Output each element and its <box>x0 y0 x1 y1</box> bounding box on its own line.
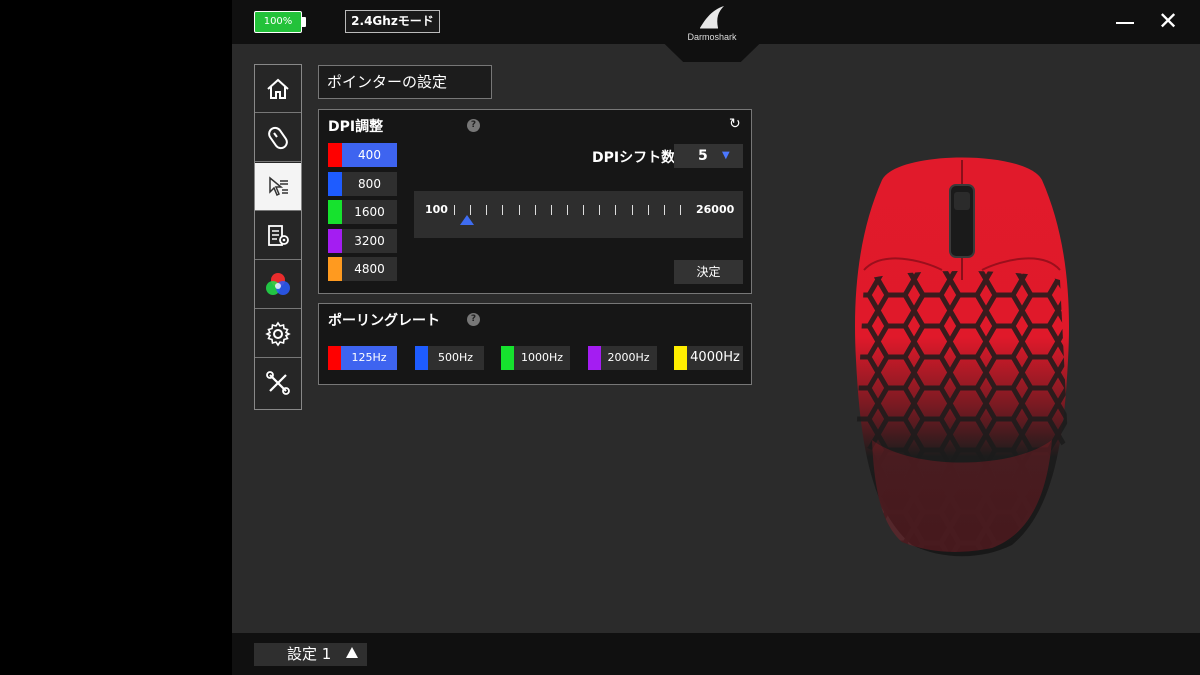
slider-max-label: 26000 <box>696 203 735 216</box>
slider-tick <box>583 205 585 215</box>
profile-selector[interactable]: 設定 1 <box>254 643 367 666</box>
slider-tick <box>518 205 520 215</box>
minimize-button[interactable] <box>1116 12 1136 32</box>
mouse-illustration <box>855 157 1069 557</box>
slider-tick <box>663 205 665 215</box>
dpi-slot[interactable]: 4800 <box>328 257 397 281</box>
nav-pointer[interactable] <box>255 163 301 211</box>
slider-tick <box>615 205 617 215</box>
slider-tick <box>680 205 681 215</box>
dpi-slot-value: 400 <box>342 143 397 167</box>
polling-option-value: 500Hz <box>437 351 474 364</box>
nav-lighting[interactable] <box>255 261 301 309</box>
side-nav <box>254 64 302 410</box>
dpi-slot[interactable]: 400 <box>328 143 397 167</box>
slider-track[interactable] <box>454 205 681 217</box>
shark-fin-icon <box>700 6 724 29</box>
brand-name: Darmoshark <box>687 32 737 42</box>
slider-tick <box>567 205 568 215</box>
pointer-settings-icon <box>269 175 288 196</box>
slider-thumb[interactable] <box>459 215 474 225</box>
nav-settings[interactable] <box>255 310 301 358</box>
slider-tick <box>599 205 601 215</box>
nav-tools[interactable] <box>255 359 301 407</box>
app-window: 100% 2.4Ghzモード Darmoshark ✕ ポインターの設定 DPI… <box>232 0 1200 675</box>
polling-color-swatch <box>674 346 687 370</box>
slider-tick <box>534 205 536 215</box>
dpi-slot-value: 4800 <box>354 262 385 276</box>
close-button[interactable]: ✕ <box>1156 9 1180 34</box>
dpi-slot-value: 800 <box>358 176 381 191</box>
dpi-slot-value: 1600 <box>354 205 385 219</box>
polling-option-value: 125Hz <box>341 346 397 370</box>
slider-tick <box>454 205 455 215</box>
slider-min-label: 100 <box>425 203 448 216</box>
slider-tick <box>486 205 488 215</box>
polling-help-icon[interactable]: ? <box>467 313 480 326</box>
polling-color-swatch <box>587 346 601 370</box>
reset-icon[interactable]: ↻ <box>729 116 741 132</box>
dpi-slot[interactable]: 800 <box>328 171 397 196</box>
polling-color-swatch <box>328 346 341 370</box>
dpi-panel: DPI調整 ? ↻ 400 800 1600 3200 4800 DPIシフト数 5 ▼… <box>318 109 752 294</box>
nav-home[interactable] <box>255 65 301 113</box>
slider-tick <box>470 205 472 215</box>
title-bar: 100% 2.4Ghzモード Darmoshark ✕ <box>232 0 1200 62</box>
battery-indicator: 100% <box>254 11 306 33</box>
dpi-shift-value: 5 <box>698 148 708 164</box>
dpi-help-icon[interactable]: ? <box>467 119 480 132</box>
tools-icon <box>266 371 290 395</box>
polling-color-swatch <box>501 346 514 370</box>
dpi-slider[interactable]: 100 26000 <box>414 191 743 238</box>
dpi-slot-color-swatch <box>328 228 342 253</box>
page-title: ポインターの設定 <box>318 65 492 99</box>
nav-macro[interactable] <box>255 212 301 260</box>
polling-option[interactable]: 2000Hz <box>587 346 657 370</box>
profile-label: 設定 1 <box>287 645 332 663</box>
dpi-slot-color-swatch <box>328 257 342 281</box>
dpi-slot[interactable]: 3200 <box>328 228 397 253</box>
dpi-shift-dropdown[interactable]: 5 ▼ <box>674 144 743 168</box>
polling-color-swatch <box>414 346 428 370</box>
connection-mode-badge: 2.4Ghzモード <box>345 10 440 33</box>
battery-level: 100% <box>254 11 302 33</box>
home-icon <box>267 78 289 99</box>
macro-icon <box>268 224 289 246</box>
slider-tick <box>631 205 633 215</box>
gear-icon <box>265 321 291 346</box>
dpi-panel-title: DPI調整 <box>328 119 384 135</box>
battery-tip <box>302 17 306 27</box>
polling-option-value: 4000Hz <box>690 350 740 365</box>
slider-tick <box>647 205 649 215</box>
dpi-slot-color-swatch <box>328 171 342 196</box>
chevron-up-icon <box>346 647 358 658</box>
bottom-bar: 設定 1 <box>232 633 1200 675</box>
dpi-slot-color-swatch <box>328 143 342 167</box>
polling-option[interactable]: 500Hz <box>414 346 484 370</box>
brand-logo: Darmoshark <box>664 0 760 62</box>
polling-option[interactable]: 4000Hz <box>674 346 743 370</box>
dpi-slot[interactable]: 1600 <box>328 200 397 224</box>
polling-option[interactable]: 125Hz <box>328 346 397 370</box>
slider-tick <box>550 205 552 215</box>
mouse-icon <box>268 126 288 149</box>
polling-option[interactable]: 1000Hz <box>501 346 570 370</box>
polling-option-value: 1000Hz <box>520 351 564 364</box>
polling-panel-title: ポーリングレート <box>328 313 440 329</box>
dpi-slot-color-swatch <box>328 200 342 224</box>
rgb-icon <box>266 272 290 295</box>
dpi-slot-value: 3200 <box>354 233 385 248</box>
slider-tick <box>502 205 504 215</box>
polling-rate-panel: ポーリングレート ? 125Hz 500Hz 1000Hz 2000Hz 4000Hz <box>318 303 752 385</box>
polling-option-value: 2000Hz <box>607 351 650 364</box>
chevron-down-icon: ▼ <box>722 150 730 161</box>
nav-buttons[interactable] <box>255 114 301 162</box>
dpi-shift-label: DPIシフト数 <box>592 150 676 166</box>
apply-button[interactable]: 決定 <box>674 260 743 284</box>
